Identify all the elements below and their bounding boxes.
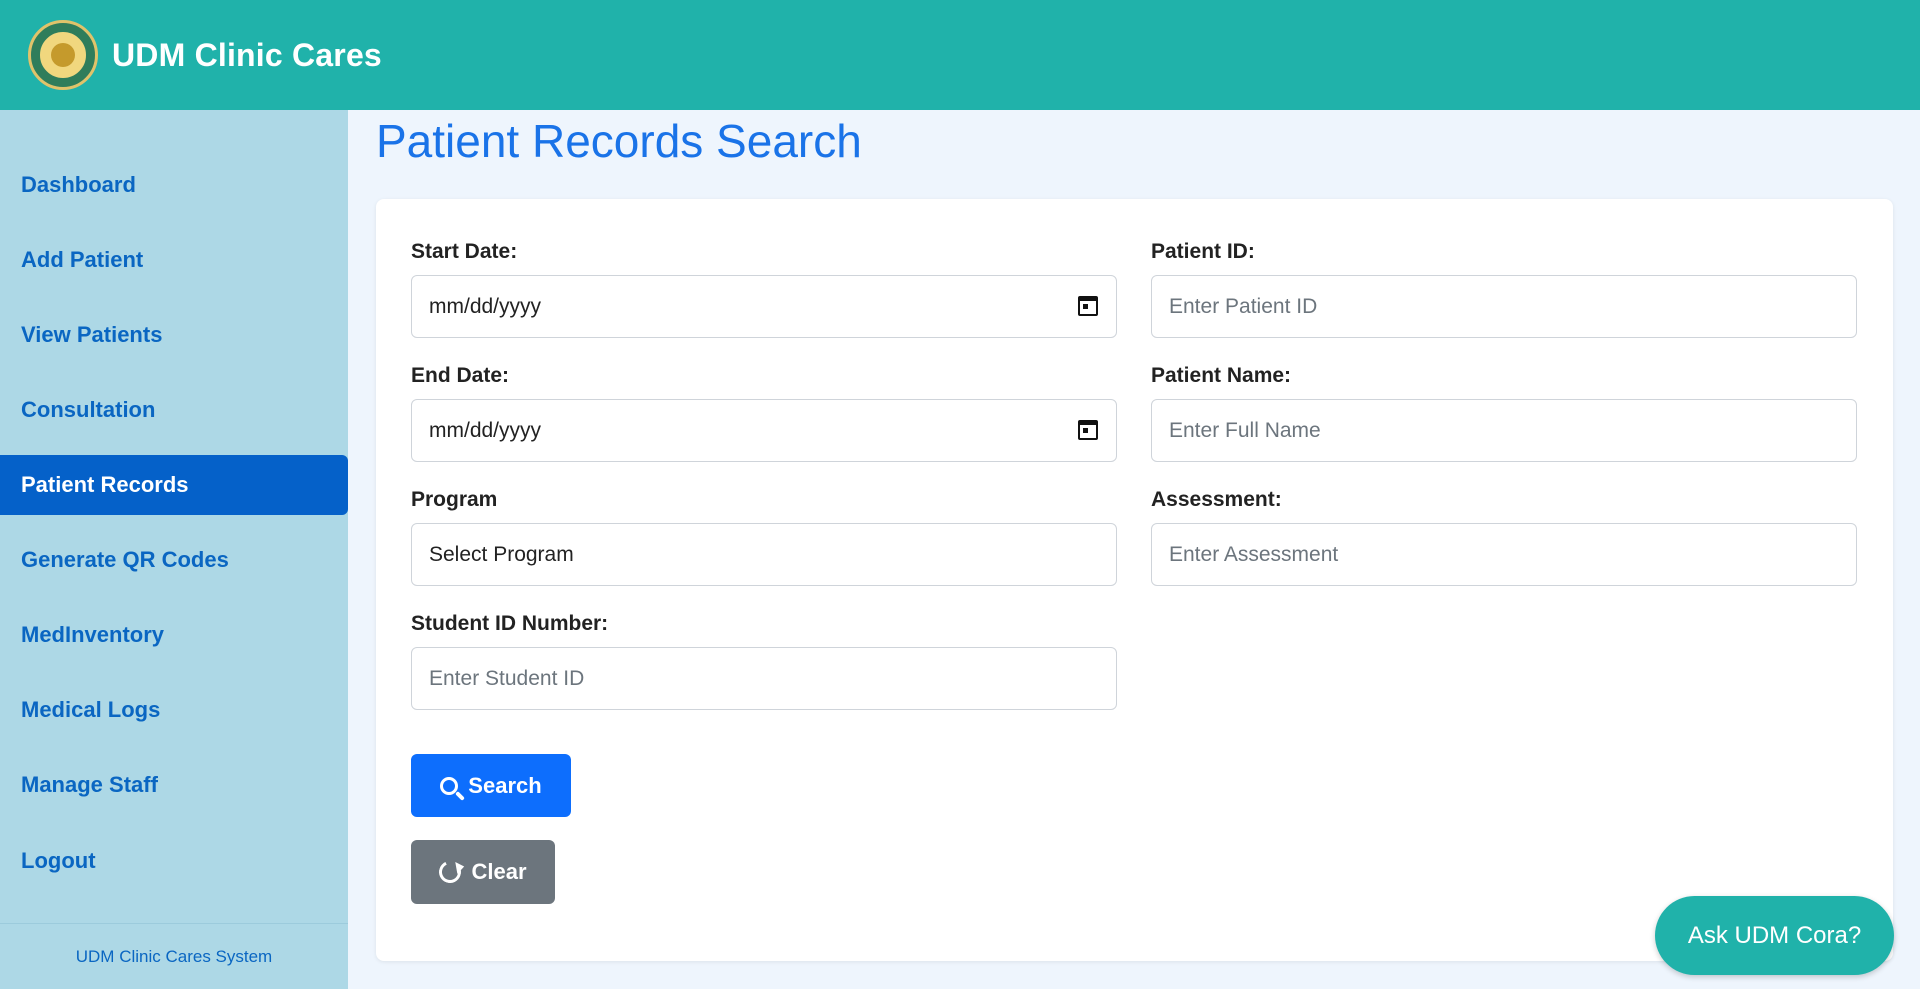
- clear-button[interactable]: Clear: [411, 840, 555, 904]
- calendar-icon[interactable]: [1078, 296, 1098, 316]
- sidebar-item-view-patients[interactable]: View Patients: [0, 305, 348, 365]
- sidebar-item-manage-staff[interactable]: Manage Staff: [0, 755, 348, 815]
- end-date-input[interactable]: mm/dd/yyyy: [411, 399, 1117, 462]
- sidebar-item-medinventory[interactable]: MedInventory: [0, 605, 348, 665]
- brand-title: UDM Clinic Cares: [112, 36, 382, 73]
- top-header: UDM Clinic Cares: [0, 0, 1920, 110]
- page-title: Patient Records Search: [376, 115, 862, 167]
- program-label: Program: [411, 488, 498, 511]
- sidebar-footer: UDM Clinic Cares System: [0, 923, 348, 989]
- sidebar-item-consultation[interactable]: Consultation: [0, 380, 348, 440]
- ask-cora-button[interactable]: Ask UDM Cora?: [1655, 896, 1894, 975]
- student-id-placeholder: Enter Student ID: [429, 666, 585, 690]
- patient-name-placeholder: Enter Full Name: [1169, 418, 1321, 442]
- patient-id-input[interactable]: Enter Patient ID: [1151, 275, 1857, 338]
- clear-button-label: Clear: [471, 859, 527, 884]
- search-button[interactable]: Search: [411, 754, 571, 817]
- search-button-label: Search: [468, 772, 542, 798]
- sidebar-item-patient-records[interactable]: Patient Records: [0, 455, 348, 515]
- student-id-input[interactable]: Enter Student ID: [411, 647, 1117, 710]
- calendar-icon[interactable]: [1078, 420, 1098, 440]
- assessment-placeholder: Enter Assessment: [1169, 542, 1339, 566]
- program-select[interactable]: Select Program: [411, 523, 1117, 586]
- sidebar-item-generate-qr-codes[interactable]: Generate QR Codes: [0, 530, 348, 590]
- end-date-value: mm/dd/yyyy: [429, 418, 542, 442]
- assessment-input[interactable]: Enter Assessment: [1151, 523, 1857, 586]
- sidebar-item-medical-logs[interactable]: Medical Logs: [0, 680, 348, 740]
- assessment-label: Assessment:: [1151, 488, 1282, 511]
- search-icon: [440, 776, 459, 795]
- patient-name-label: Patient Name:: [1151, 364, 1292, 387]
- sidebar-item-logout[interactable]: Logout: [0, 831, 348, 891]
- redo-icon: [436, 857, 465, 887]
- student-id-label: Student ID Number:: [411, 612, 609, 635]
- start-date-label: Start Date:: [411, 240, 518, 263]
- start-date-value: mm/dd/yyyy: [429, 294, 542, 318]
- sidebar-item-add-patient[interactable]: Add Patient: [0, 230, 348, 290]
- patient-name-input[interactable]: Enter Full Name: [1151, 399, 1857, 462]
- patient-id-label: Patient ID:: [1151, 240, 1255, 263]
- udm-seal-logo: [28, 20, 98, 90]
- sidebar: Dashboard Add Patient View Patients Cons…: [0, 110, 348, 989]
- start-date-input[interactable]: mm/dd/yyyy: [411, 275, 1117, 338]
- sidebar-item-dashboard[interactable]: Dashboard: [0, 155, 348, 215]
- patient-id-placeholder: Enter Patient ID: [1169, 294, 1318, 318]
- program-selected-value: Select Program: [429, 542, 574, 566]
- end-date-label: End Date:: [411, 364, 510, 387]
